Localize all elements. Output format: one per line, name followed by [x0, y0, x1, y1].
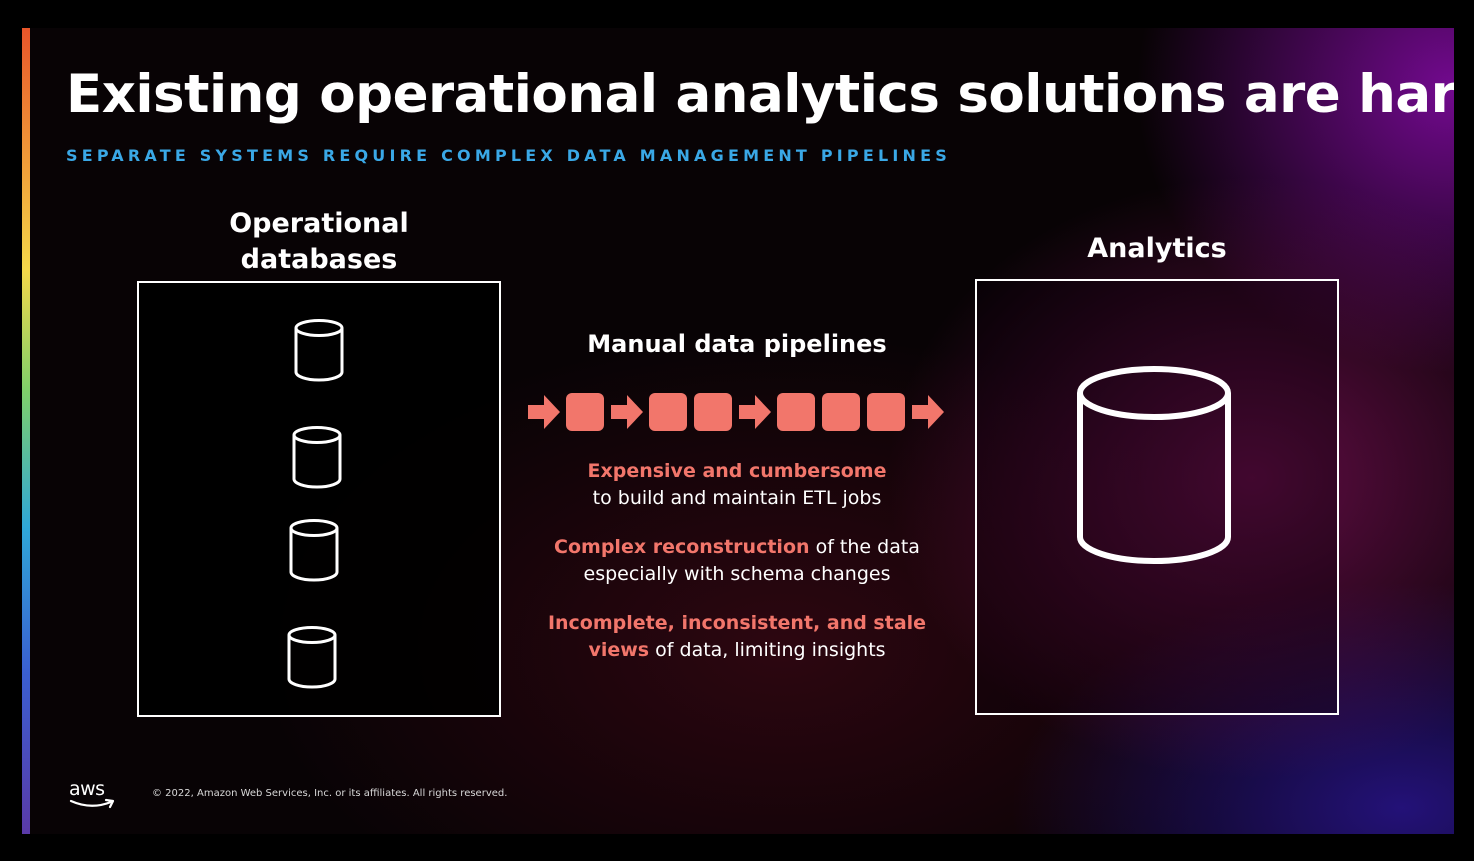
slide-title: Existing operational analytics solutions… [66, 64, 1454, 125]
description-highlight: Expensive and cumbersome [587, 460, 887, 482]
copyright-notice: © 2022, Amazon Web Services, Inc. or its… [152, 788, 508, 799]
slide: Existing operational analytics solutions… [22, 28, 1454, 834]
analytics-heading: Analytics [1087, 233, 1227, 264]
database-icon [292, 426, 342, 489]
description-expensive: Expensive and cumbersome to build and ma… [522, 458, 952, 512]
description-text: especially with schema changes [583, 563, 891, 585]
description-highlight: Incomplete, inconsistent, and stale [547, 612, 927, 634]
database-icon [289, 519, 339, 582]
aws-smile-icon [69, 798, 115, 809]
description-highlight-2: views [588, 639, 650, 661]
operational-heading-line1: Operational [229, 208, 409, 239]
description-highlight: Complex reconstruction [554, 536, 810, 558]
pipeline-arrow-icon [611, 395, 643, 429]
database-icon [287, 626, 337, 689]
pipeline-step-block [694, 393, 732, 431]
description-complex: Complex reconstruction of the data espec… [522, 534, 952, 588]
aws-logo: aws [69, 778, 119, 812]
pipeline-arrow-icon [528, 395, 560, 429]
slide-subtitle: SEPARATE SYSTEMS REQUIRE COMPLEX DATA MA… [66, 146, 951, 165]
aws-logo-text: aws [69, 778, 105, 800]
pipeline-step-block [822, 393, 860, 431]
accent-bar [22, 28, 30, 834]
operational-databases-box [137, 281, 501, 717]
description-incomplete: Incomplete, inconsistent, and stale view… [522, 610, 952, 664]
description-text: of data, limiting insights [649, 639, 886, 661]
description-text-inline: of the data [809, 536, 920, 558]
manual-data-pipelines-heading: Manual data pipelines [587, 330, 887, 358]
database-icon [294, 319, 344, 382]
pipeline-step-block [566, 393, 604, 431]
pipeline-step-block [867, 393, 905, 431]
database-icon [1077, 366, 1231, 564]
pipeline-arrow-icon [739, 395, 771, 429]
analytics-box [975, 279, 1339, 715]
pipeline-diagram [528, 393, 944, 431]
pipeline-step-block [777, 393, 815, 431]
pipeline-step-block [649, 393, 687, 431]
operational-heading-line2: databases [240, 244, 398, 275]
pipeline-arrow-icon [912, 395, 944, 429]
operational-databases-heading: Operational databases [138, 206, 500, 278]
description-text: to build and maintain ETL jobs [592, 487, 882, 509]
